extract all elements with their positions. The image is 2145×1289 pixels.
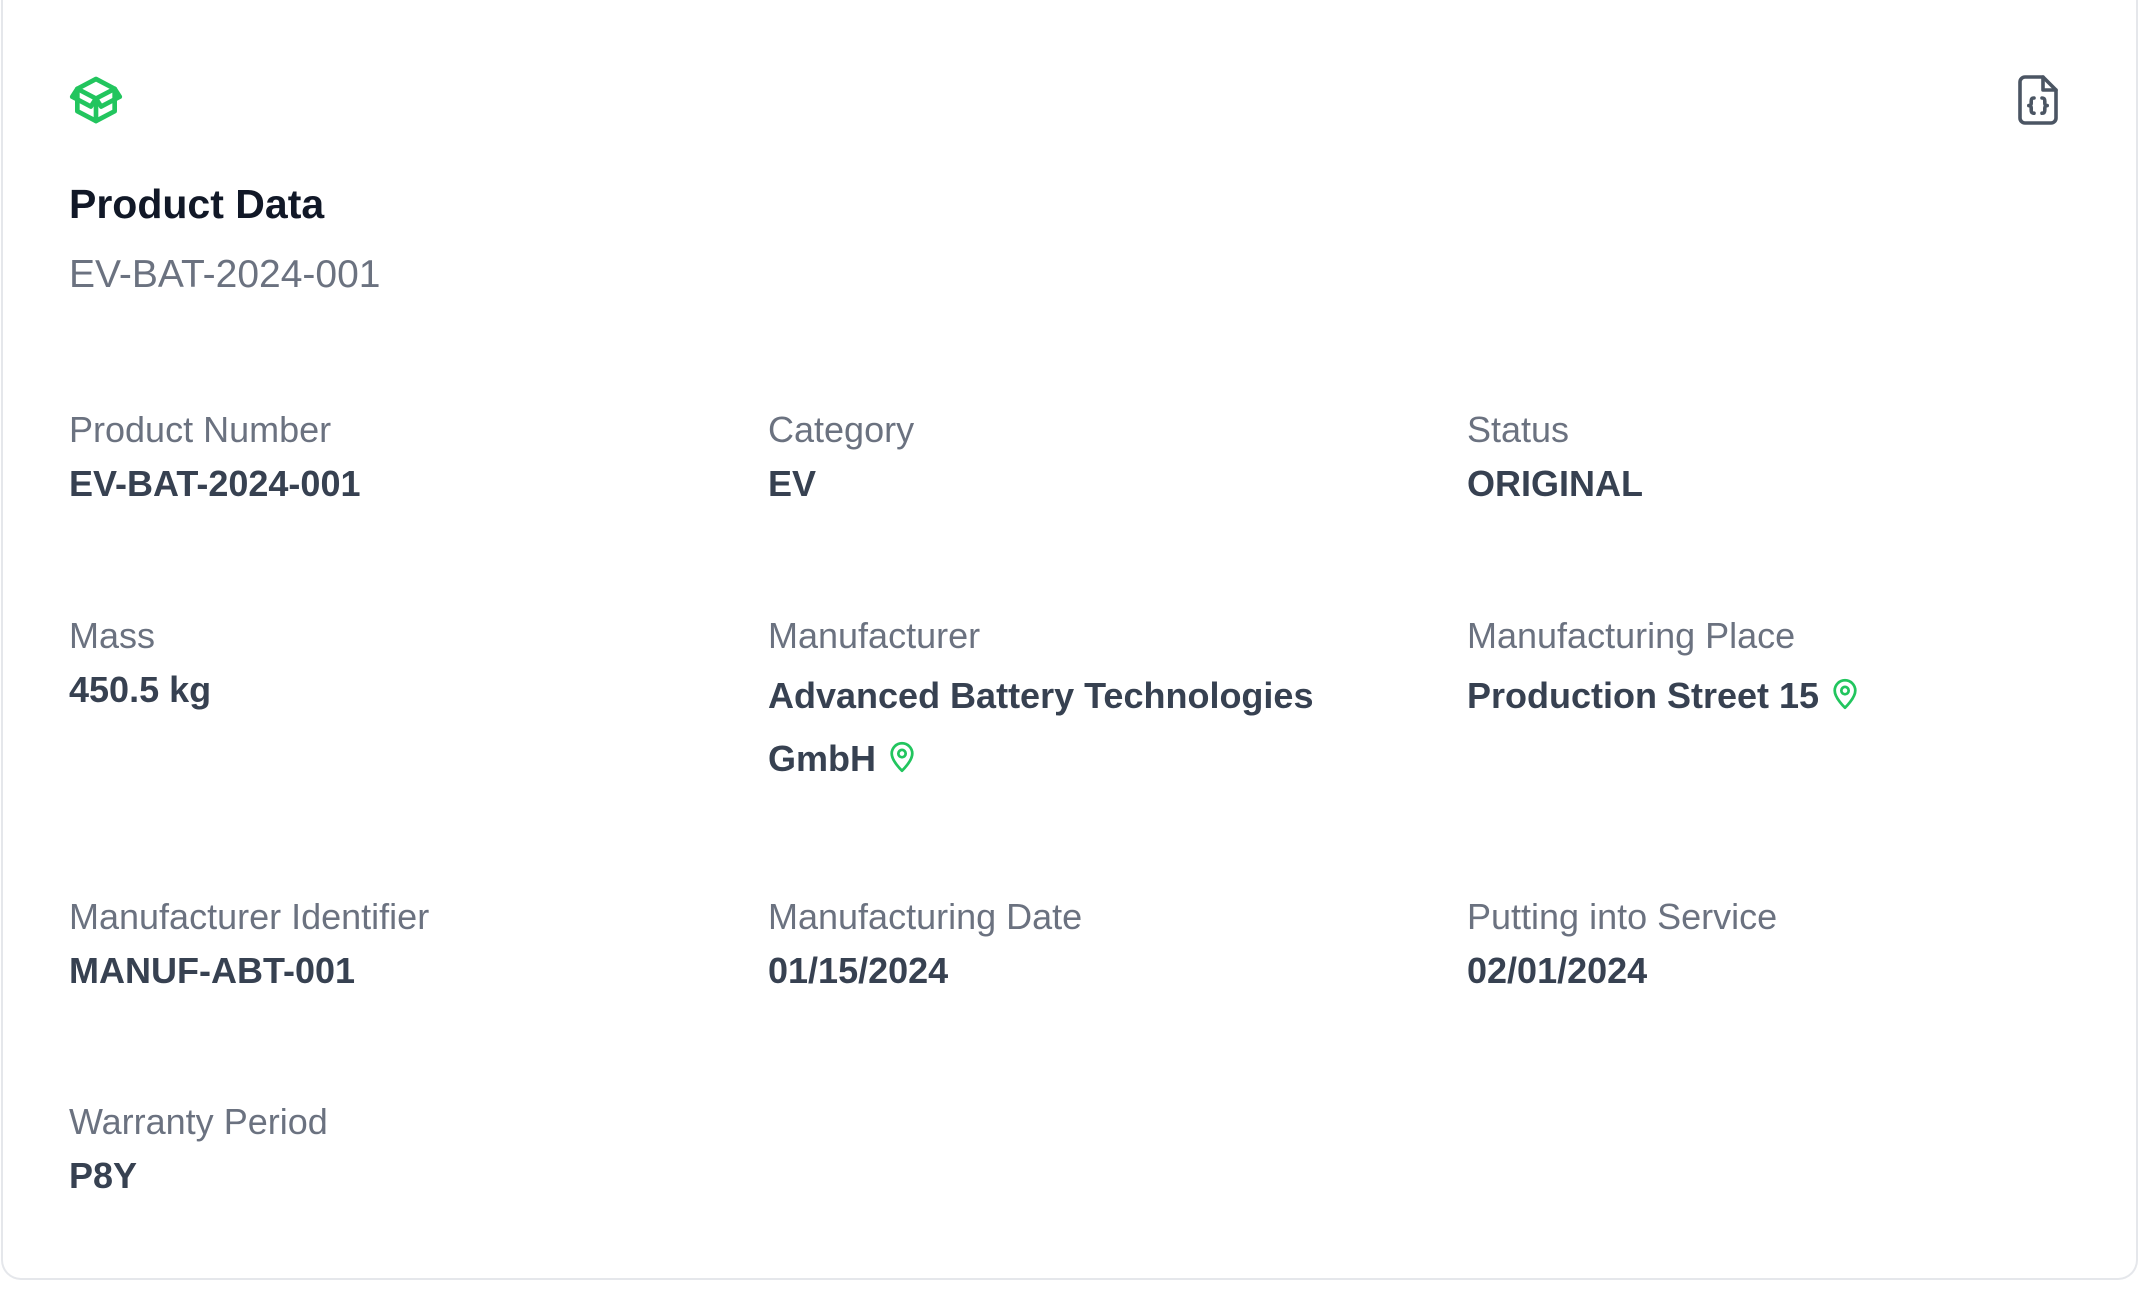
field-status: Status ORIGINAL [1467, 406, 1643, 508]
field-label: Putting into Service [1467, 896, 1778, 937]
field-putting-into-service: Putting into Service 02/01/2024 [1467, 893, 1777, 995]
field-label: Status [1467, 409, 1570, 450]
field-value: 02/01/2024 [1467, 950, 1648, 991]
field-value: MANUF-ABT-001 [69, 950, 356, 991]
field-manufacturer-identifier: Manufacturer Identifier MANUF-ABT-001 [69, 893, 429, 995]
field-value-with-location: Advanced Battery Technologies GmbH [768, 664, 1408, 790]
field-label: Mass [69, 615, 156, 656]
field-label: Manufacturer [768, 615, 981, 656]
field-label: Manufacturer Identifier [69, 896, 430, 937]
field-value: EV-BAT-2024-001 [69, 463, 361, 504]
field-mass: Mass 450.5 kg [69, 612, 211, 714]
card-subtitle: EV-BAT-2024-001 [69, 253, 381, 296]
field-value: ORIGINAL [1467, 463, 1643, 504]
box-icon [68, 72, 124, 128]
card-title: Product Data [69, 181, 325, 227]
map-pin-icon[interactable] [1831, 666, 1859, 710]
field-product-number: Product Number EV-BAT-2024-001 [69, 406, 360, 508]
manufacturer-name: Advanced Battery Technologies GmbH [768, 675, 1314, 779]
field-manufacturing-date: Manufacturing Date 01/15/2024 [768, 893, 1082, 995]
field-label: Product Number [69, 409, 332, 450]
file-json-icon[interactable] [2014, 74, 2062, 126]
field-manufacturing-place: Manufacturing Place Production Street 15 [1467, 612, 2107, 727]
field-label: Manufacturing Date [768, 896, 1083, 937]
field-manufacturer: Manufacturer Advanced Battery Technologi… [768, 612, 1408, 790]
manufacturing-place-name: Production Street 15 [1467, 675, 1820, 716]
field-warranty-period: Warranty Period P8Y [69, 1098, 328, 1200]
field-label: Manufacturing Place [1467, 615, 1796, 656]
field-value: P8Y [69, 1155, 138, 1196]
field-label: Warranty Period [69, 1101, 328, 1142]
field-category: Category EV [768, 406, 914, 508]
map-pin-icon[interactable] [888, 729, 916, 773]
field-value: 450.5 kg [69, 669, 212, 710]
field-value: 01/15/2024 [768, 950, 949, 991]
field-value-with-location: Production Street 15 [1467, 664, 2107, 727]
field-value: EV [768, 463, 817, 504]
field-label: Category [768, 409, 915, 450]
product-data-card: Product Data EV-BAT-2024-001 Product Num… [1, 0, 2138, 1280]
